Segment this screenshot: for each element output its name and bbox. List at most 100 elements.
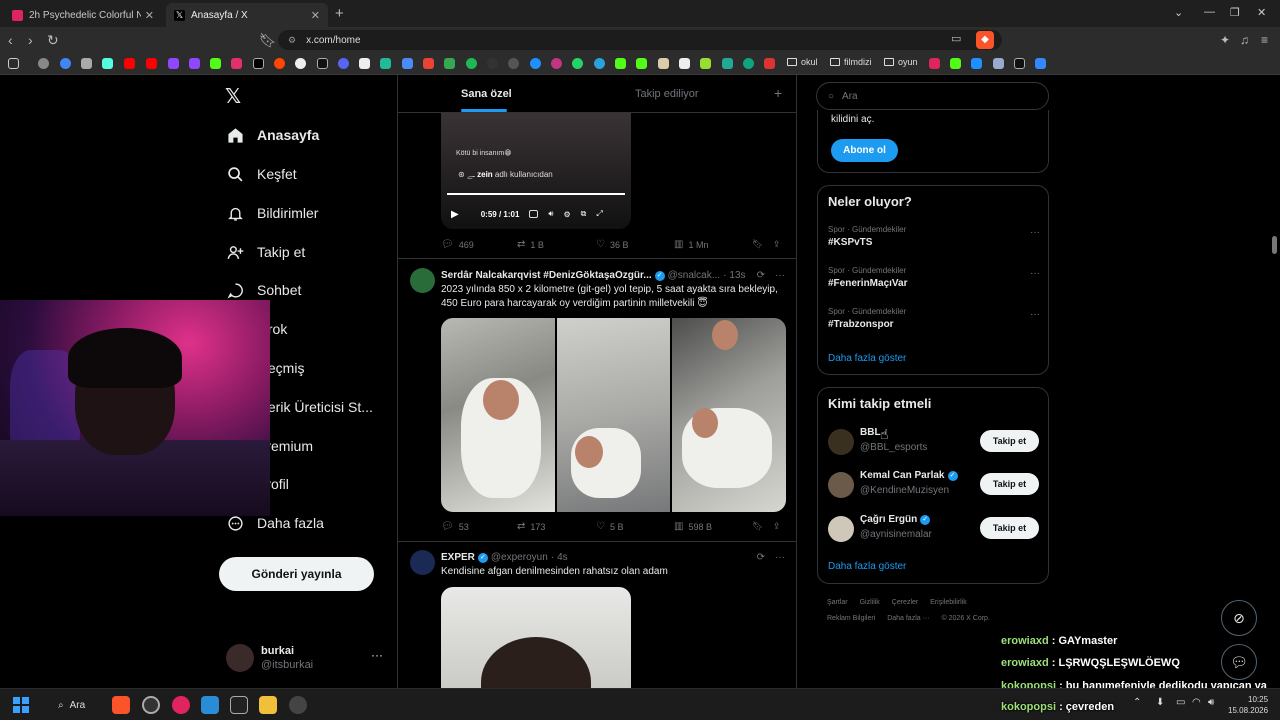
nav-chat[interactable]: Sohbet <box>226 278 301 302</box>
trend-item[interactable]: Spor · Gündemdekiler #KSPvTS ··· <box>828 225 1040 255</box>
captions-icon[interactable] <box>529 210 539 218</box>
nav-home[interactable]: Anasayfa <box>226 123 319 147</box>
forward-icon[interactable]: › <box>28 32 33 48</box>
media-image[interactable] <box>672 318 786 512</box>
twitch-bookmark-icon[interactable] <box>189 58 200 69</box>
video-player[interactable]: Kötü bi insanım😁 ⊛ ـﮯ zein adlı kullanıc… <box>441 113 631 229</box>
bookmark-icon[interactable] <box>295 58 306 69</box>
post-time[interactable]: 4s <box>557 552 568 563</box>
share-icon[interactable]: ⇪ <box>773 521 781 532</box>
follow-button[interactable]: Takip et <box>980 473 1039 495</box>
footer-link[interactable]: Şartlar <box>827 599 848 606</box>
footer-link[interactable]: Çerezler <box>892 599 918 606</box>
bookmark-post-icon[interactable]: 🔖︎ <box>752 239 763 250</box>
whatsapp-bookmark-icon[interactable] <box>572 58 583 69</box>
bookmark-icon[interactable] <box>551 58 562 69</box>
x-logo-icon[interactable]: 𝕏 <box>225 84 241 109</box>
settings-icon[interactable]: ⚙ <box>563 210 570 219</box>
avatar[interactable] <box>410 550 435 575</box>
play-icon[interactable]: ▶ <box>451 209 459 220</box>
suggestion-name[interactable]: BBL <box>860 427 881 438</box>
address-bar[interactable]: ⚙ x.com/home <box>278 30 1002 50</box>
obs-taskbar-icon[interactable] <box>142 696 160 714</box>
more-bookmarks-icon[interactable] <box>1014 58 1025 69</box>
wifi-icon[interactable]: ◠ <box>1192 697 1201 708</box>
grok-explain-icon[interactable]: ⟳ <box>757 270 765 281</box>
tab-following[interactable]: Takip ediliyor <box>635 88 699 100</box>
trend-item[interactable]: Spor · Gündemdekiler #FenerinMaçıVar ··· <box>828 266 1040 296</box>
close-window-icon[interactable]: ✕ <box>1257 6 1266 19</box>
kick-bookmark-icon[interactable] <box>636 58 647 69</box>
avatar[interactable] <box>828 429 854 455</box>
more-dots-icon[interactable]: ··· <box>1030 309 1040 320</box>
bookmark-icon[interactable] <box>929 58 940 69</box>
views-button[interactable]: ▥ 598 B <box>674 521 712 532</box>
close-tab-icon[interactable]: ✕ <box>311 9 320 22</box>
volume-icon[interactable]: 🔊︎ <box>1208 697 1214 708</box>
repost-button[interactable]: ⇄ 173 <box>517 521 545 532</box>
windows-start-icon[interactable] <box>13 697 29 713</box>
minimize-icon[interactable]: — <box>1204 6 1215 18</box>
author-handle[interactable]: @snalcak... <box>668 270 720 281</box>
post-media-image[interactable] <box>441 587 631 688</box>
bookmark-icon[interactable] <box>993 58 1004 69</box>
brave-shields-icon[interactable]: ◆ <box>976 31 994 49</box>
kick-bookmark-icon[interactable] <box>210 58 221 69</box>
avatar[interactable] <box>828 516 854 542</box>
reply-button[interactable]: 💬︎ 469 <box>441 239 474 250</box>
nav-follow[interactable]: Takip et <box>226 240 305 264</box>
pip-icon[interactable]: ⧉ <box>581 209 587 219</box>
tab-list-chevron-icon[interactable]: ⌄ <box>1174 6 1183 19</box>
system-clock[interactable]: 10:25 15.08.2026 <box>1228 694 1268 716</box>
bookmark-icon[interactable] <box>700 58 711 69</box>
more-dots-icon[interactable]: ··· <box>371 648 383 662</box>
browser-tab-x[interactable]: 𝕏 Anasayfa / X ✕ <box>166 3 328 27</box>
instagram-bookmark-icon[interactable] <box>231 58 242 69</box>
views-button[interactable]: ▥ 1 Mn <box>674 239 708 250</box>
add-tab-icon[interactable]: + <box>774 85 782 101</box>
like-button[interactable]: ♡ 36 B <box>596 239 628 250</box>
author-name[interactable]: EXPER <box>441 552 475 563</box>
bookmark-icon[interactable] <box>487 58 498 69</box>
x-bookmark-icon[interactable] <box>253 58 264 69</box>
nav-notifications[interactable]: Bildirimler <box>226 201 318 225</box>
footer-link[interactable]: Daha fazla ··· <box>887 615 929 622</box>
telegram-bookmark-icon[interactable] <box>594 58 605 69</box>
google-bookmark-icon[interactable] <box>60 58 71 69</box>
bookmark-icon[interactable] <box>764 58 775 69</box>
kick-bookmark-icon[interactable] <box>950 58 961 69</box>
grok-explain-icon[interactable]: ⟳ <box>757 552 765 563</box>
spotify-bookmark-icon[interactable] <box>466 58 477 69</box>
repost-button[interactable]: ⇄ 1 B <box>517 239 544 250</box>
maximize-icon[interactable]: ❐ <box>1230 6 1240 19</box>
bookmark-folder-oyun[interactable]: oyun <box>884 57 918 67</box>
bookmark-icon[interactable] <box>971 58 982 69</box>
post-button[interactable]: Gönderi yayınla <box>219 557 374 591</box>
reload-icon[interactable]: ↻ <box>47 32 59 49</box>
account-switcher[interactable]: burkai @itsburkai ··· <box>226 644 386 674</box>
follow-button[interactable]: Takip et <box>980 517 1039 539</box>
youtube-bookmark-icon[interactable] <box>146 58 157 69</box>
bookmark-icon[interactable] <box>81 58 92 69</box>
brave-taskbar-icon[interactable] <box>112 696 130 714</box>
browser-tab-youtube[interactable]: 2h Psychedelic Colorful Neon Backgr ✕ <box>4 3 162 27</box>
gmail-bookmark-icon[interactable] <box>423 58 434 69</box>
messages-floating-icon[interactable]: 💬︎ <box>1221 644 1257 680</box>
video-progress-bar[interactable] <box>447 193 625 195</box>
more-dots-icon[interactable]: ··· <box>1030 268 1040 279</box>
close-tab-icon[interactable]: ✕ <box>145 9 154 22</box>
tray-app-icon[interactable]: ⬇ <box>1156 697 1164 708</box>
drive-bookmark-icon[interactable] <box>444 58 455 69</box>
bookmark-icon[interactable] <box>679 58 690 69</box>
explorer-taskbar-icon[interactable] <box>259 696 277 714</box>
cast-icon[interactable]: ▭ <box>951 32 961 45</box>
nav-explore[interactable]: Keşfet <box>226 162 297 186</box>
menu-icon[interactable]: ≡ <box>1261 33 1268 47</box>
show-more-follow-link[interactable]: Daha fazla göster <box>828 561 906 572</box>
avatar[interactable] <box>410 268 435 293</box>
bookmark-icon[interactable] <box>1035 58 1046 69</box>
media-taskbar-icon[interactable] <box>172 696 190 714</box>
bookmark-folder-okul[interactable]: okul <box>787 57 818 67</box>
bookmark-icon[interactable] <box>380 58 391 69</box>
follow-suggestion[interactable]: Çağrı Ergün ✓ @aynisinemalar Takip et <box>818 508 1048 548</box>
